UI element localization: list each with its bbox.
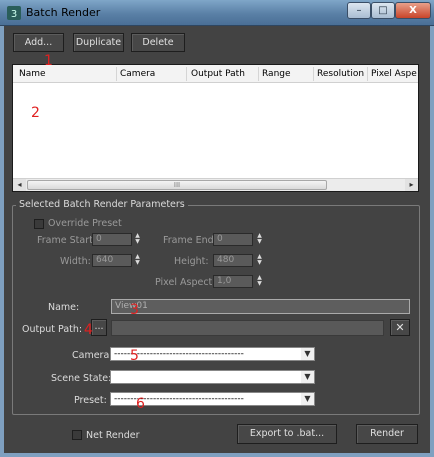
duplicate-button[interactable]: Duplicate [73,33,124,52]
output-path-input[interactable] [111,320,384,336]
width-field[interactable]: 640 [92,254,132,267]
name-label: Name: [48,302,80,313]
column-range[interactable]: Range [262,69,291,81]
chevron-down-icon: ▼ [301,348,314,360]
column-camera[interactable]: Camera [120,69,155,81]
override-preset-label: Override Preset [48,218,122,229]
delete-button[interactable]: Delete [131,33,185,52]
svg-text:3: 3 [11,9,17,20]
net-render-label: Net Render [86,430,140,441]
preset-value: ---------------------------------------- [114,394,244,404]
app-icon: 3 [7,6,21,20]
scroll-left-icon[interactable]: ◂ [13,179,26,191]
pixel-aspect-spinner-icon[interactable]: ▲ ▼ [255,275,264,288]
close-button[interactable]: X [395,2,431,19]
add-button[interactable]: Add... [13,33,64,52]
column-resolution[interactable]: Resolution [317,69,364,81]
maximize-button[interactable]: □ [371,2,395,19]
annotation-1: 1 [44,53,53,69]
output-path-browse-button[interactable]: ... [91,319,107,336]
column-pixel-aspect[interactable]: Pixel Aspec [371,69,417,81]
job-list-header: Name Camera Output Path Range Resolution… [13,65,418,83]
scroll-thumb[interactable]: III [27,180,327,190]
chevron-down-icon: ▼ [301,371,314,383]
title-bar[interactable]: 3 Batch Render – □ X [0,0,434,26]
minimize-button[interactable]: – [347,2,371,19]
height-spinner-icon[interactable]: ▲ ▼ [255,254,264,267]
net-render-checkbox[interactable] [72,430,82,440]
annotation-3: 3 [130,302,139,318]
pixel-aspect-field[interactable]: 1,0 [213,275,253,288]
frame-end-field[interactable]: 0 [213,233,253,246]
render-button[interactable]: Render [356,424,418,444]
frame-end-label: Frame End: [163,235,217,246]
annotation-4: 4 [84,322,93,338]
annotation-5: 5 [130,348,139,364]
scene-state-dropdown[interactable]: ▼ [110,370,315,384]
window-title: Batch Render [26,6,101,19]
chevron-down-icon: ▼ [301,393,314,405]
output-path-label: Output Path: [22,324,83,335]
annotation-6: 6 [136,396,145,412]
pixel-aspect-label: Pixel Aspect: [155,277,216,288]
camera-label: Camera: [72,350,113,361]
preset-label: Preset: [74,395,107,406]
parameters-group-title: Selected Batch Render Parameters [16,199,188,210]
width-spinner-icon[interactable]: ▲ ▼ [133,254,142,267]
name-input[interactable]: View01 [111,299,410,314]
height-label: Height: [174,256,209,267]
height-field[interactable]: 480 [213,254,253,267]
column-name[interactable]: Name [19,69,46,81]
camera-dropdown[interactable]: ----------------------------------------… [110,347,315,361]
override-preset-checkbox[interactable] [34,219,44,229]
scroll-right-icon[interactable]: ▸ [405,179,418,191]
scene-state-label: Scene State: [51,373,112,384]
horizontal-scrollbar[interactable]: ◂ III ▸ [13,178,418,191]
frame-start-spinner-icon[interactable]: ▲ ▼ [133,233,142,246]
frame-start-field[interactable]: 0 [92,233,132,246]
column-output-path[interactable]: Output Path [191,69,245,81]
frame-end-spinner-icon[interactable]: ▲ ▼ [255,233,264,246]
job-list[interactable]: Name Camera Output Path Range Resolution… [12,64,419,192]
frame-start-label: Frame Start: [37,235,97,246]
output-path-clear-icon[interactable]: ✕ [390,319,410,336]
annotation-2: 2 [31,105,40,121]
width-label: Width: [60,256,91,267]
export-to-bat-button[interactable]: Export to .bat... [237,424,337,444]
